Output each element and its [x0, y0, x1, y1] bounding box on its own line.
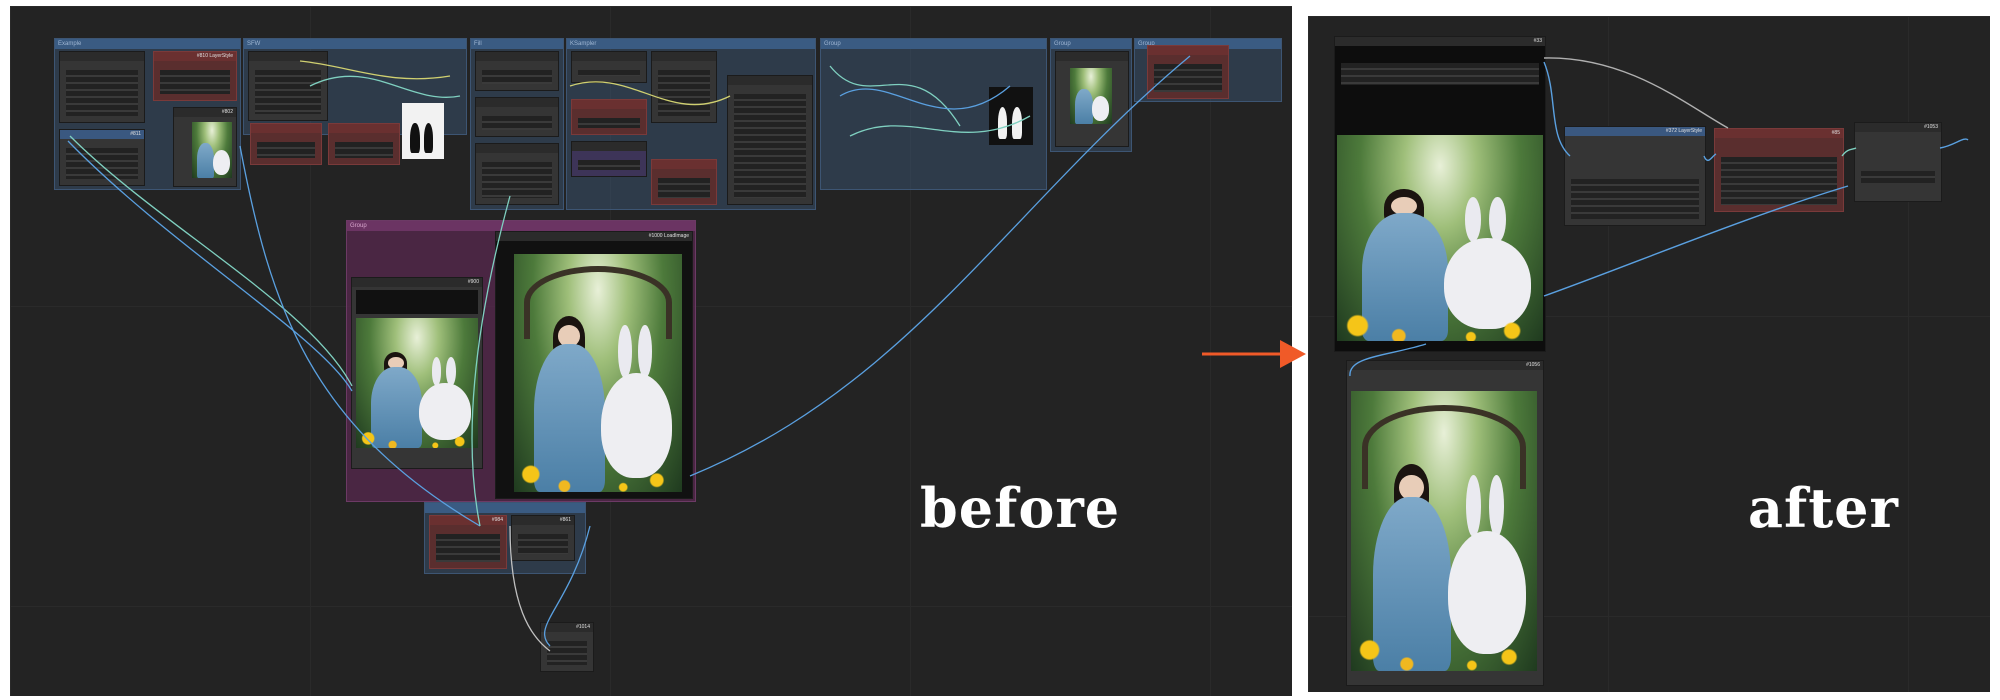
arrow-icon [1202, 340, 1306, 368]
after-canvas[interactable]: #33 #1056 #372 LayerStyle #85 #1053 afte… [1308, 16, 1990, 692]
before-canvas[interactable]: Example #810 LayerStyle #811 #802 SFW Fi… [10, 6, 1292, 696]
connection-wires [67, 55, 1191, 652]
before-label: before [920, 476, 1121, 540]
after-label: after [1748, 476, 1899, 540]
connection-wires [1349, 57, 1969, 377]
